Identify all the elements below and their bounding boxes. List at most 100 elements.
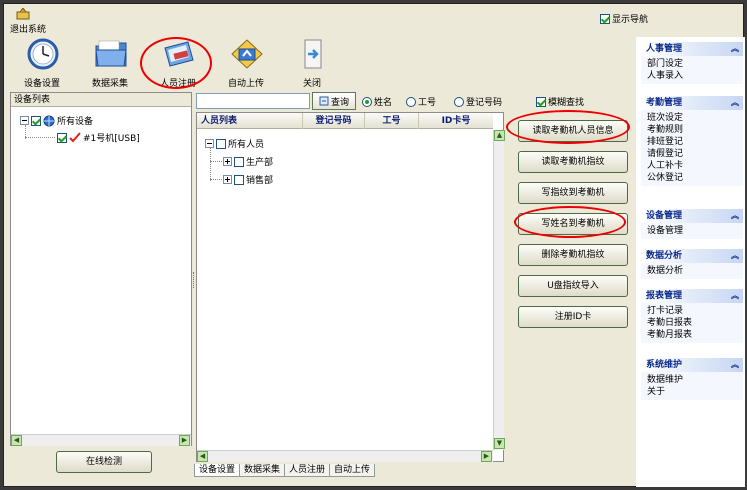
top-strip: 退出系统 显示导航 xyxy=(4,4,648,35)
department-tree-item[interactable]: 销售部 xyxy=(223,173,273,186)
collapse-icon[interactable] xyxy=(20,116,29,125)
query-button[interactable]: 查询 xyxy=(312,92,356,110)
radio-name-dot[interactable] xyxy=(362,96,372,107)
nav-item-manual-punch[interactable]: 人工补卡 xyxy=(647,160,743,172)
fuzzy-search-toggle[interactable]: 模糊查找 xyxy=(536,95,584,108)
nav-head-label: 报表管理 xyxy=(646,291,683,301)
nav-item-data-analysis[interactable]: 数据分析 xyxy=(647,265,743,277)
column-header-person-list[interactable]: 人员列表 xyxy=(197,113,303,129)
exit-icon xyxy=(16,8,30,20)
id-card-icon xyxy=(164,41,194,67)
scroll-down-icon[interactable]: ▼ xyxy=(494,438,505,449)
expand-icon[interactable] xyxy=(223,175,232,184)
expand-icon[interactable] xyxy=(223,157,232,166)
write-names-button[interactable]: 写姓名到考勤机 xyxy=(518,213,628,235)
scroll-up-icon[interactable]: ▲ xyxy=(494,130,505,141)
nav-group-analysis: 数据分析 ︽ 数据分析 xyxy=(641,249,743,279)
scroll-left-icon[interactable]: ◀ xyxy=(11,435,22,446)
device-tree-item[interactable]: #1号机[USB] xyxy=(57,131,140,144)
device-list-panel: 设备列表 所有设备 #1号机[USB] ◀ ▶ xyxy=(10,92,192,446)
toolbar-data-collect-button[interactable]: 数据采集 xyxy=(80,38,140,89)
nav-head-analysis[interactable]: 数据分析 ︽ xyxy=(641,249,743,263)
write-fingerprints-button[interactable]: 写指纹到考勤机 xyxy=(518,182,628,204)
department-label: 生产部 xyxy=(246,158,274,168)
department-tree-item[interactable]: 生产部 xyxy=(223,155,273,168)
tab-auto-upload[interactable]: 自动上传 xyxy=(329,464,376,477)
nav-item-schedule[interactable]: 排班登记 xyxy=(647,136,743,148)
personnel-vscrollbar[interactable]: ▲ ▼ xyxy=(493,130,505,450)
device-tree-root[interactable]: 所有设备 xyxy=(20,114,93,127)
device-list-hscrollbar[interactable]: ◀ ▶ xyxy=(11,434,191,446)
read-device-users-button[interactable]: 读取考勤机人员信息 xyxy=(518,120,628,142)
bottom-tab-bar: 设备设置 数据采集 人员注册 自动上传 xyxy=(194,464,376,478)
search-input[interactable] xyxy=(196,93,310,109)
toolbar-device-settings-button[interactable]: 设备设置 xyxy=(12,38,72,89)
department-checkbox[interactable] xyxy=(234,156,244,167)
nav-item-punch-records[interactable]: 打卡记录 xyxy=(647,305,743,317)
radio-name[interactable]: 姓名 xyxy=(362,95,392,108)
fuzzy-search-checkbox[interactable] xyxy=(536,96,546,107)
tab-person-register[interactable]: 人员注册 xyxy=(284,464,331,477)
nav-item-staff-entry[interactable]: 人事录入 xyxy=(647,70,743,82)
personnel-hscrollbar[interactable]: ◀ ▶ xyxy=(197,450,493,462)
scroll-right-icon[interactable]: ▶ xyxy=(179,435,190,446)
delete-fingerprints-button[interactable]: 删除考勤机指纹 xyxy=(518,244,628,266)
chevron-up-icon: ︽ xyxy=(731,360,739,369)
toolbar-person-register-button[interactable]: 人员注册 xyxy=(148,38,208,89)
clock-icon xyxy=(27,38,59,70)
nav-head-label: 设备管理 xyxy=(646,211,683,221)
nav-head-hr[interactable]: 人事管理 ︽ xyxy=(641,42,743,56)
read-device-fingerprints-button[interactable]: 读取考勤机指纹 xyxy=(518,151,628,173)
show-nav-checkbox[interactable] xyxy=(600,13,610,24)
nav-item-shift-settings[interactable]: 班次设定 xyxy=(647,112,743,124)
column-header-register-no[interactable]: 登记号码 xyxy=(303,113,365,129)
radio-register-no[interactable]: 登记号码 xyxy=(454,95,502,108)
personnel-root-checkbox[interactable] xyxy=(216,138,226,149)
column-header-employee-id[interactable]: 工号 xyxy=(365,113,419,129)
nav-item-attendance-rules[interactable]: 考勤规则 xyxy=(647,124,743,136)
search-bar: 查询 姓名 工号 登记号码 模糊查找 xyxy=(196,92,636,110)
nav-head-reports[interactable]: 报表管理 ︽ xyxy=(641,289,743,303)
personnel-tree-root[interactable]: 所有人员 xyxy=(205,137,264,150)
nav-item-daily-report[interactable]: 考勤日报表 xyxy=(647,317,743,329)
tab-device-settings[interactable]: 设备设置 xyxy=(194,464,241,477)
show-nav-toggle[interactable]: 显示导航 xyxy=(600,12,648,25)
nav-group-attendance: 考勤管理 ︽ 班次设定 考勤规则 排班登记 请假登记 人工补卡 公休登记 xyxy=(641,96,743,186)
radio-employee-id-dot[interactable] xyxy=(406,96,416,107)
nav-group-reports: 报表管理 ︽ 打卡记录 考勤日报表 考勤月报表 xyxy=(641,289,743,343)
column-header-id-card[interactable]: ID卡号 xyxy=(419,113,493,129)
department-label: 销售部 xyxy=(246,176,274,186)
nav-item-data-maintenance[interactable]: 数据维护 xyxy=(647,374,743,386)
online-check-button[interactable]: 在线检测 xyxy=(56,451,152,473)
usb-fingerprint-import-button[interactable]: U盘指纹导入 xyxy=(518,275,628,297)
nav-head-system[interactable]: 系统维护 ︽ xyxy=(641,358,743,372)
scroll-right-icon[interactable]: ▶ xyxy=(481,451,492,462)
department-checkbox[interactable] xyxy=(234,174,244,185)
nav-head-device[interactable]: 设备管理 ︽ xyxy=(641,209,743,223)
toolbar-close-button[interactable]: 关闭 xyxy=(282,38,342,89)
nav-head-label: 数据分析 xyxy=(646,251,683,261)
nav-item-device-management[interactable]: 设备管理 xyxy=(647,225,743,237)
tree-line xyxy=(210,147,211,181)
nav-group-system: 系统维护 ︽ 数据维护 关于 xyxy=(641,358,743,400)
register-id-card-button[interactable]: 注册ID卡 xyxy=(518,306,628,328)
scroll-left-icon[interactable]: ◀ xyxy=(197,451,208,462)
device-root-checkbox[interactable] xyxy=(31,115,41,126)
collapse-icon[interactable] xyxy=(205,139,214,148)
toolbar-auto-upload-button[interactable]: 自动上传 xyxy=(216,38,276,89)
nav-item-leave[interactable]: 请假登记 xyxy=(647,148,743,160)
tab-data-collect[interactable]: 数据采集 xyxy=(239,464,286,477)
toolbar-label: 自动上传 xyxy=(227,79,264,89)
main-toolbar: 设备设置 数据采集 人员注册 自动上传 关闭 xyxy=(4,34,634,90)
radio-employee-id[interactable]: 工号 xyxy=(406,95,436,108)
nav-item-monthly-report[interactable]: 考勤月报表 xyxy=(647,329,743,341)
device-checkbox[interactable] xyxy=(57,132,67,143)
radio-register-no-dot[interactable] xyxy=(454,96,464,107)
exit-system-button[interactable]: 退出系统 xyxy=(10,8,50,35)
nav-item-dept-settings[interactable]: 部门设定 xyxy=(647,58,743,70)
upload-icon xyxy=(231,39,263,69)
nav-item-about[interactable]: 关于 xyxy=(647,386,743,398)
nav-group-hr: 人事管理 ︽ 部门设定 人事录入 xyxy=(641,42,743,84)
nav-head-attendance[interactable]: 考勤管理 ︽ xyxy=(641,96,743,110)
nav-item-public-holiday[interactable]: 公休登记 xyxy=(647,172,743,184)
